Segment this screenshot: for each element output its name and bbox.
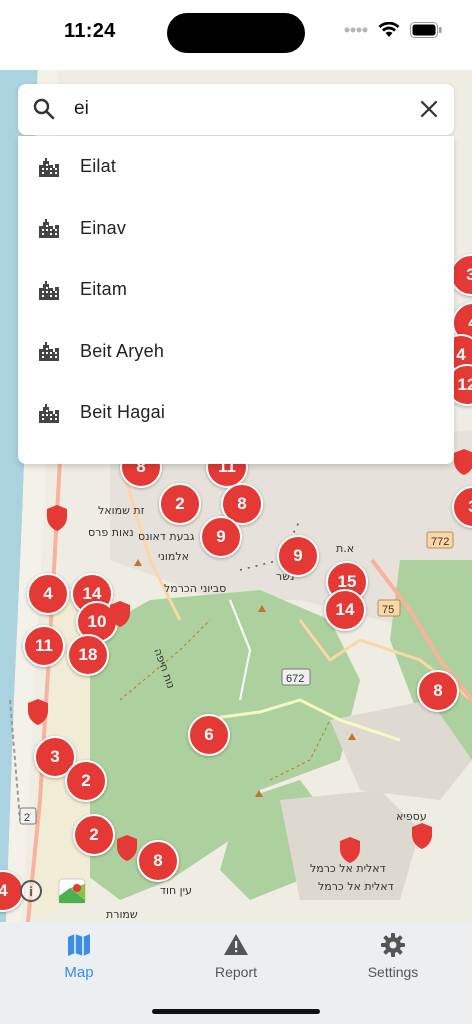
suggestion-item[interactable]: Beit Aryeh xyxy=(18,321,454,383)
shield-marker-icon[interactable] xyxy=(26,698,50,726)
shield-marker-icon[interactable] xyxy=(452,448,472,476)
city-icon xyxy=(39,403,59,423)
cellular-signal-icon xyxy=(344,27,368,33)
warning-icon xyxy=(224,934,248,955)
incident-cluster[interactable]: 2 xyxy=(73,814,115,856)
suggestion-label: Einav xyxy=(80,217,127,238)
maps-app-logo-icon xyxy=(58,878,86,904)
shield-marker-icon[interactable] xyxy=(410,822,434,850)
suggestion-label: Beit Hagai xyxy=(80,402,166,423)
shield-marker-icon[interactable] xyxy=(115,834,139,862)
place-label: נאות פרס xyxy=(88,526,134,539)
suggestion-label: Beit Aryeh xyxy=(80,340,165,361)
incident-cluster[interactable]: 4 xyxy=(27,573,69,615)
suggestion-label: Eilat xyxy=(80,156,117,177)
map-attribution-info-icon[interactable]: i xyxy=(20,880,42,902)
tab-map[interactable]: Map xyxy=(19,932,139,981)
search-icon xyxy=(33,98,55,120)
place-label: עין חוד xyxy=(160,884,192,897)
close-icon[interactable] xyxy=(418,98,440,120)
home-indicator xyxy=(152,1009,320,1014)
place-label: סביוני הכרמל xyxy=(164,582,226,595)
status-bar: 11:24 xyxy=(0,0,472,70)
incident-cluster[interactable]: 8 xyxy=(417,670,459,712)
road-label: 672 xyxy=(286,673,304,685)
place-label: אלמוני xyxy=(158,550,189,563)
map-icon xyxy=(68,934,90,956)
tab-map-label: Map xyxy=(64,964,94,981)
suggestion-item[interactable]: Beit Hagai xyxy=(18,382,454,444)
incident-cluster[interactable]: 2 xyxy=(159,483,201,525)
svg-text:2: 2 xyxy=(24,812,30,824)
search-suggestions-list: Eilat Einav Eitam Beit Aryeh Beit Hagai xyxy=(18,136,454,464)
dynamic-island xyxy=(167,13,305,53)
shield-marker-icon[interactable] xyxy=(338,836,362,864)
city-icon xyxy=(39,280,59,300)
suggestion-item[interactable]: Eitam xyxy=(18,259,454,321)
shield-marker-icon[interactable] xyxy=(45,504,69,532)
battery-icon xyxy=(410,22,442,38)
road-label: 772 xyxy=(431,536,449,548)
tab-settings[interactable]: Settings xyxy=(333,932,453,980)
incident-cluster[interactable]: 9 xyxy=(277,535,319,577)
incident-cluster[interactable]: 9 xyxy=(200,516,242,558)
tab-report[interactable]: Report xyxy=(176,932,296,980)
tab-report-label: Report xyxy=(214,964,258,980)
place-label: דאלית אל כרמל xyxy=(318,880,394,893)
city-icon xyxy=(39,219,59,239)
gear-icon xyxy=(381,933,405,957)
city-icon xyxy=(39,157,59,177)
incident-cluster[interactable]: 14 xyxy=(324,589,366,631)
shield-marker-icon[interactable] xyxy=(108,600,132,628)
tab-settings-label: Settings xyxy=(367,964,419,980)
suggestion-item[interactable]: Einav xyxy=(18,198,454,260)
search-input[interactable] xyxy=(74,94,394,124)
place-label: שמורת xyxy=(106,908,138,921)
search-bar[interactable] xyxy=(18,84,454,135)
place-label: גבעת דאונס xyxy=(138,530,195,543)
place-label: זת שמואל xyxy=(98,504,145,517)
status-time: 11:24 xyxy=(64,20,116,42)
city-icon xyxy=(39,342,59,362)
wifi-icon xyxy=(378,22,400,37)
place-label: א.ת xyxy=(336,542,354,555)
incident-cluster[interactable]: 6 xyxy=(188,714,230,756)
incident-cluster[interactable]: 8 xyxy=(137,840,179,882)
incident-cluster[interactable]: 2 xyxy=(65,760,107,802)
road-label: 75 xyxy=(382,604,394,616)
suggestion-item[interactable]: Eilat xyxy=(18,136,454,198)
incident-cluster[interactable]: 18 xyxy=(67,634,109,676)
incident-cluster[interactable]: 11 xyxy=(23,625,65,667)
suggestion-label: Eitam xyxy=(80,279,128,300)
